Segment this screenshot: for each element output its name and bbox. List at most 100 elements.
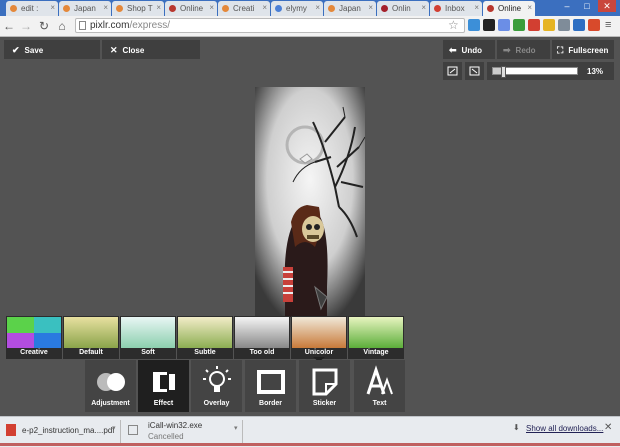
undo-arrow-icon: ⬅ [449,45,457,55]
effect-too-old[interactable]: Too old [234,316,290,359]
tab-favicon-icon [222,5,229,12]
zoom-actual-icon [469,66,480,76]
tool-text[interactable]: Text [354,360,405,412]
tab-title: Inbox [445,4,465,13]
browser-tab-8[interactable]: Onlin × [377,1,429,16]
zoom-panel: 13% [487,62,614,80]
tab-close-icon[interactable]: × [50,3,55,12]
tab-title: elymy [286,4,307,13]
effect-creative[interactable]: Creative [6,316,62,359]
tab-close-icon[interactable]: × [474,3,479,12]
tool-label: Effect [153,400,174,407]
fullscreen-icon: ⛶ [557,45,564,55]
tab-favicon-icon [63,5,70,12]
browser-tab-3[interactable]: Shop T × [112,1,164,16]
effect-default[interactable]: Default [63,316,119,359]
menu-icon[interactable]: ≡ [605,19,611,31]
fullscreen-button[interactable]: ⛶ Fullscreen [552,40,614,59]
tab-close-icon[interactable]: × [156,3,161,12]
download-menu-icon[interactable]: ▾ [112,424,116,432]
extension-icon[interactable] [588,19,600,31]
browser-tab-6[interactable]: elymy × [271,1,323,16]
tool-border[interactable]: Border [245,360,296,412]
tab-favicon-icon [10,5,17,12]
download-item-pdf[interactable]: e-p2_instruction_ma....pdf ▾ [4,420,121,444]
close-window-icon[interactable]: ✕ [598,0,616,12]
tab-close-icon[interactable]: × [368,3,373,12]
undo-button[interactable]: ⬅ Undo [443,40,495,59]
zoom-readout: 13% [587,67,604,76]
image-canvas[interactable] [255,87,366,317]
save-button[interactable]: ✔ Save [4,40,100,59]
browser-tab-9[interactable]: Inbox × [430,1,482,16]
back-arrow-icon[interactable]: ← [2,19,16,33]
browser-tab-1[interactable]: edit : × [6,1,58,16]
undo-label: Undo [461,46,482,55]
bookmark-star-icon[interactable]: ☆ [448,18,459,32]
effect-label: Soft [141,349,155,356]
browser-tab-4[interactable]: Online × [165,1,217,16]
effect-subtle[interactable]: Subtle [177,316,233,359]
overlay-bulb-icon [203,366,231,392]
tab-close-icon[interactable]: × [421,3,426,12]
tab-title: Creati [233,4,255,13]
browser-tab-10-active[interactable]: Online × [483,1,535,16]
tool-label: Overlay [203,400,230,407]
extension-icon[interactable] [483,19,495,31]
tab-favicon-icon [116,5,123,12]
effect-soft[interactable]: Soft [120,316,176,359]
tab-favicon-icon [328,5,335,12]
close-downloads-icon[interactable]: ✕ [604,422,612,433]
tool-adjustment[interactable]: Adjustment [85,360,136,412]
tool-label: Text [372,400,387,407]
maximize-icon[interactable]: □ [578,0,596,12]
extension-icon[interactable] [558,19,570,31]
tab-close-icon[interactable]: × [262,3,267,12]
zoom-slider-track[interactable] [492,66,578,78]
extension-icon[interactable] [543,19,555,31]
effect-label: Default [79,349,103,356]
tab-close-icon[interactable]: × [527,3,532,12]
tab-close-icon[interactable]: × [103,3,108,12]
home-icon[interactable]: ⌂ [55,19,69,33]
extension-icon[interactable] [573,19,585,31]
minimize-icon[interactable]: – [558,0,576,12]
effect-thumbnail-subtle [178,317,232,348]
tool-sticker[interactable]: Sticker [299,360,350,412]
download-menu-icon[interactable]: ▾ [234,424,238,432]
close-label: Close [122,46,145,55]
browser-tab-5[interactable]: Creati × [218,1,270,16]
effects-strip: Creative Default Soft Subtle Too old Uni… [0,316,404,360]
reload-icon[interactable]: ↻ [37,19,51,33]
close-button[interactable]: ✕ Close [102,40,200,59]
extension-icon[interactable] [498,19,510,31]
tool-effect[interactable]: Effect [138,360,189,412]
tab-close-icon[interactable]: × [209,3,214,12]
zoom-fit-button[interactable] [443,62,462,80]
tab-title: edit : [21,4,39,13]
download-item-exe[interactable]: iCall-win32.exe Cancelled ▾ [126,420,243,444]
download-filename: iCall-win32.exe [148,421,203,430]
browser-tab-2[interactable]: Japan × [59,1,111,16]
show-all-downloads-link[interactable]: Show all downloads... [526,424,603,433]
extension-icon[interactable] [513,19,525,31]
forward-arrow-icon[interactable]: → [19,19,33,33]
effect-label: Vintage [363,349,389,356]
redo-button[interactable]: ➡ Redo [497,40,550,59]
tab-title: Online [498,4,522,13]
tool-label: Sticker [312,400,337,407]
zoom-actual-button[interactable] [465,62,484,80]
extension-icon[interactable] [528,19,540,31]
browser-tab-7[interactable]: Japan × [324,1,376,16]
tool-overlay[interactable]: Overlay [191,360,242,412]
address-bar[interactable]: pixlr.com/express/ [75,18,465,33]
download-arrow-icon: ⬇ [513,423,520,432]
zoom-slider-handle[interactable] [501,66,506,78]
effect-vintage[interactable]: Vintage [348,316,404,359]
effect-unicolor[interactable]: Unicolor [291,316,347,359]
tab-close-icon[interactable]: × [315,3,320,12]
effect-label: Too old [249,349,275,356]
extension-icon[interactable] [468,19,480,31]
effect-thumbnail-default [64,317,118,348]
effect-label: Creative [20,349,48,356]
